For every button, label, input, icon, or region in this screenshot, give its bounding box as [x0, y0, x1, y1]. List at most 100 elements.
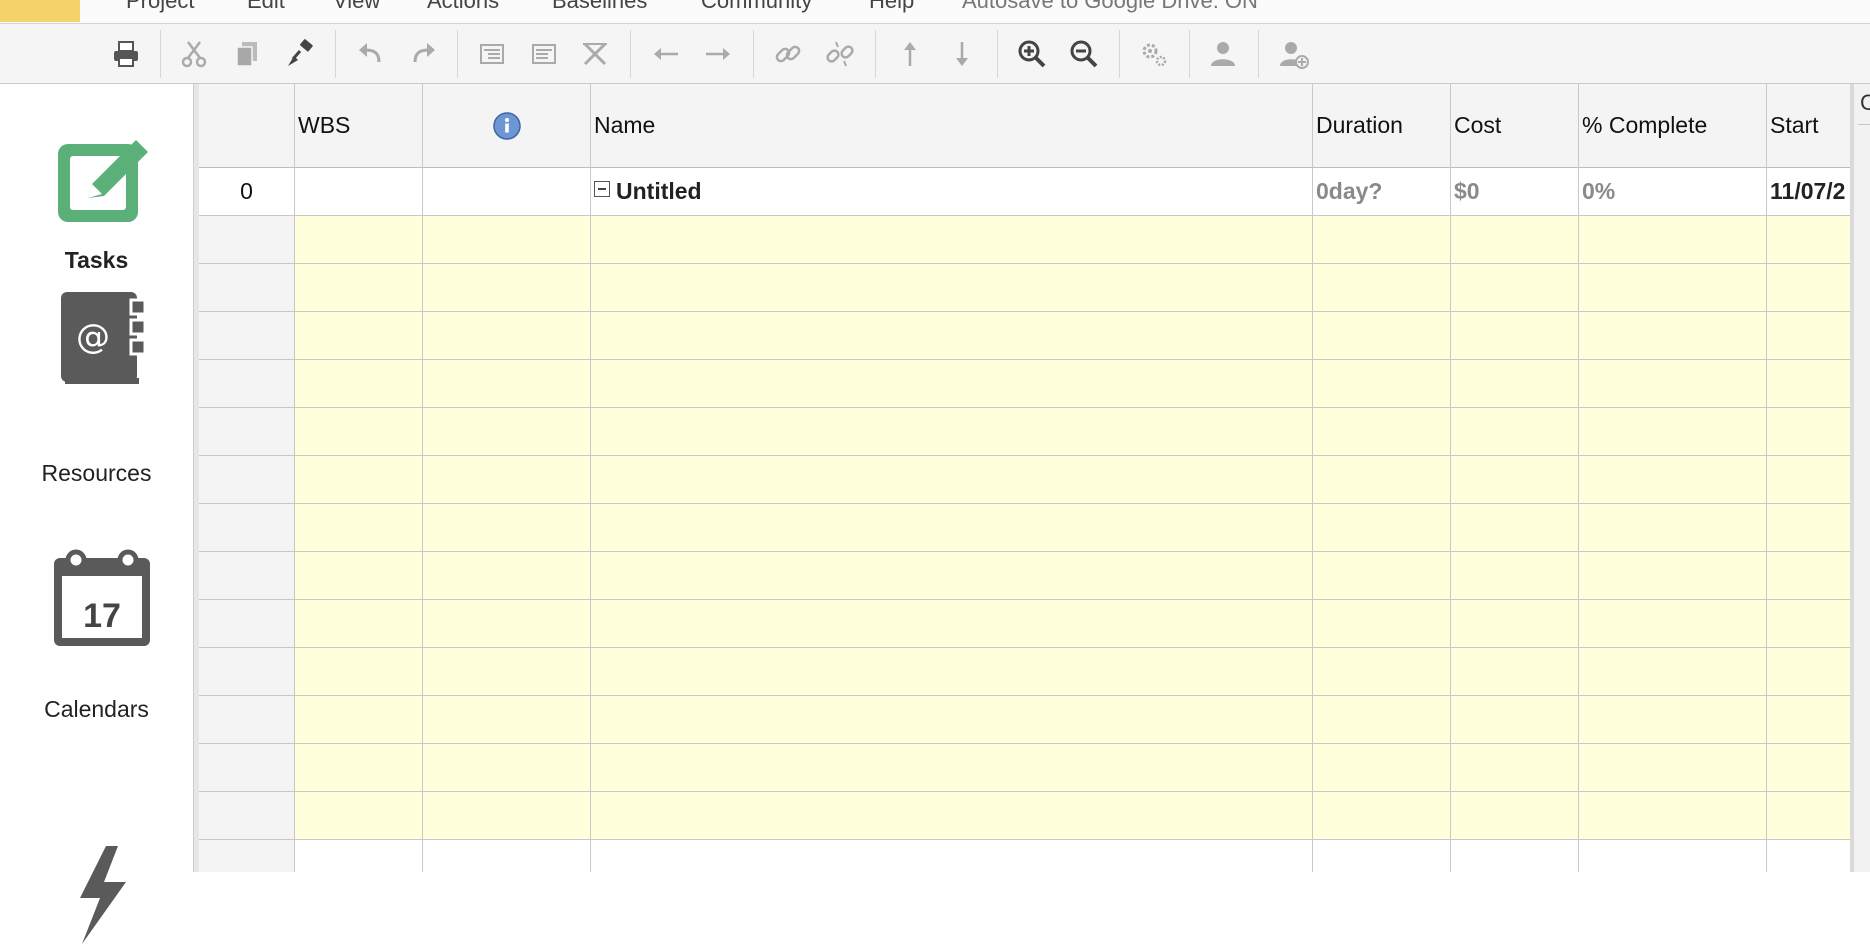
row-number[interactable] [199, 600, 295, 648]
start-cell[interactable] [1767, 648, 1850, 696]
wbs-cell[interactable] [295, 552, 423, 600]
row-number[interactable] [199, 360, 295, 408]
cost-cell[interactable] [1451, 264, 1579, 312]
nav-actions[interactable] [0, 764, 193, 944]
row-number[interactable] [199, 552, 295, 600]
delete-task-button[interactable] [575, 34, 615, 74]
start-cell[interactable]: 11/07/2 [1767, 168, 1850, 216]
name-cell[interactable] [591, 792, 1313, 840]
duration-cell[interactable] [1313, 504, 1451, 552]
start-cell[interactable] [1767, 216, 1850, 264]
wbs-cell[interactable] [295, 216, 423, 264]
row-number[interactable] [199, 264, 295, 312]
wbs-cell[interactable] [295, 408, 423, 456]
row-number[interactable] [199, 840, 295, 872]
name-cell[interactable]: Untitled [591, 168, 1313, 216]
start-cell[interactable] [1767, 840, 1850, 872]
cost-cell[interactable] [1451, 456, 1579, 504]
wbs-cell[interactable] [295, 648, 423, 696]
copy-button[interactable] [227, 34, 267, 74]
table-row[interactable] [199, 408, 1850, 456]
cost-cell[interactable] [1451, 312, 1579, 360]
collapse-icon[interactable] [594, 180, 610, 197]
table-row[interactable] [199, 264, 1850, 312]
cost-cell[interactable] [1451, 840, 1579, 872]
info-cell[interactable] [423, 408, 591, 456]
row-number[interactable] [199, 744, 295, 792]
info-cell[interactable] [423, 504, 591, 552]
row-number[interactable] [199, 408, 295, 456]
complete-cell[interactable] [1579, 216, 1767, 264]
unlink-button[interactable] [820, 34, 860, 74]
duration-cell[interactable] [1313, 264, 1451, 312]
complete-cell[interactable] [1579, 744, 1767, 792]
complete-cell[interactable] [1579, 552, 1767, 600]
table-row[interactable] [199, 792, 1850, 840]
name-cell[interactable] [591, 600, 1313, 648]
wbs-cell[interactable] [295, 744, 423, 792]
cost-cell[interactable] [1451, 648, 1579, 696]
wbs-cell[interactable] [295, 168, 423, 216]
complete-cell[interactable] [1579, 264, 1767, 312]
table-row[interactable] [199, 552, 1850, 600]
info-cell[interactable] [423, 360, 591, 408]
complete-cell[interactable] [1579, 600, 1767, 648]
cost-cell[interactable] [1451, 216, 1579, 264]
name-cell[interactable] [591, 552, 1313, 600]
start-cell[interactable] [1767, 552, 1850, 600]
info-cell[interactable] [423, 552, 591, 600]
wbs-cell[interactable] [295, 312, 423, 360]
duration-cell[interactable] [1313, 792, 1451, 840]
info-cell[interactable] [423, 840, 591, 872]
cost-cell[interactable] [1451, 504, 1579, 552]
start-column-header[interactable]: Start [1767, 84, 1850, 168]
table-row[interactable] [199, 360, 1850, 408]
app-logo[interactable] [0, 0, 80, 22]
indent-button[interactable] [472, 34, 512, 74]
duration-cell[interactable] [1313, 360, 1451, 408]
row-number[interactable] [199, 312, 295, 360]
resource-button[interactable] [1203, 34, 1243, 74]
complete-cell[interactable] [1579, 456, 1767, 504]
info-column-header[interactable] [423, 84, 591, 168]
name-column-header[interactable]: Name [591, 84, 1313, 168]
wbs-cell[interactable] [295, 792, 423, 840]
duration-cell[interactable] [1313, 840, 1451, 872]
complete-cell[interactable]: 0% [1579, 168, 1767, 216]
menu-view[interactable]: View [333, 0, 380, 14]
info-cell[interactable] [423, 600, 591, 648]
cost-cell[interactable] [1451, 792, 1579, 840]
wbs-cell[interactable] [295, 504, 423, 552]
menu-help[interactable]: Help [869, 0, 914, 14]
duration-cell[interactable] [1313, 744, 1451, 792]
info-cell[interactable] [423, 312, 591, 360]
menu-project[interactable]: Project [126, 0, 194, 14]
info-cell[interactable] [423, 696, 591, 744]
duration-cell[interactable] [1313, 312, 1451, 360]
redo-button[interactable] [403, 34, 443, 74]
menu-baselines[interactable]: Baselines [552, 0, 647, 14]
duration-cell[interactable] [1313, 600, 1451, 648]
menu-actions[interactable]: Actions [427, 0, 499, 14]
complete-cell[interactable] [1579, 360, 1767, 408]
complete-cell[interactable] [1579, 312, 1767, 360]
cost-cell[interactable] [1451, 696, 1579, 744]
name-cell[interactable] [591, 744, 1313, 792]
name-cell[interactable] [591, 312, 1313, 360]
table-row[interactable] [199, 840, 1850, 872]
wbs-column-header[interactable]: WBS [295, 84, 423, 168]
undo-button[interactable] [351, 34, 391, 74]
table-row[interactable] [199, 216, 1850, 264]
complete-cell[interactable] [1579, 408, 1767, 456]
cost-cell[interactable] [1451, 744, 1579, 792]
duration-cell[interactable] [1313, 552, 1451, 600]
name-cell[interactable] [591, 648, 1313, 696]
table-row[interactable] [199, 744, 1850, 792]
wbs-cell[interactable] [295, 600, 423, 648]
row-number[interactable] [199, 216, 295, 264]
name-cell[interactable] [591, 408, 1313, 456]
complete-column-header[interactable]: % Complete [1579, 84, 1767, 168]
nav-resources[interactable]: @ Resources [0, 284, 193, 486]
row-number[interactable] [199, 696, 295, 744]
link-button[interactable] [768, 34, 808, 74]
